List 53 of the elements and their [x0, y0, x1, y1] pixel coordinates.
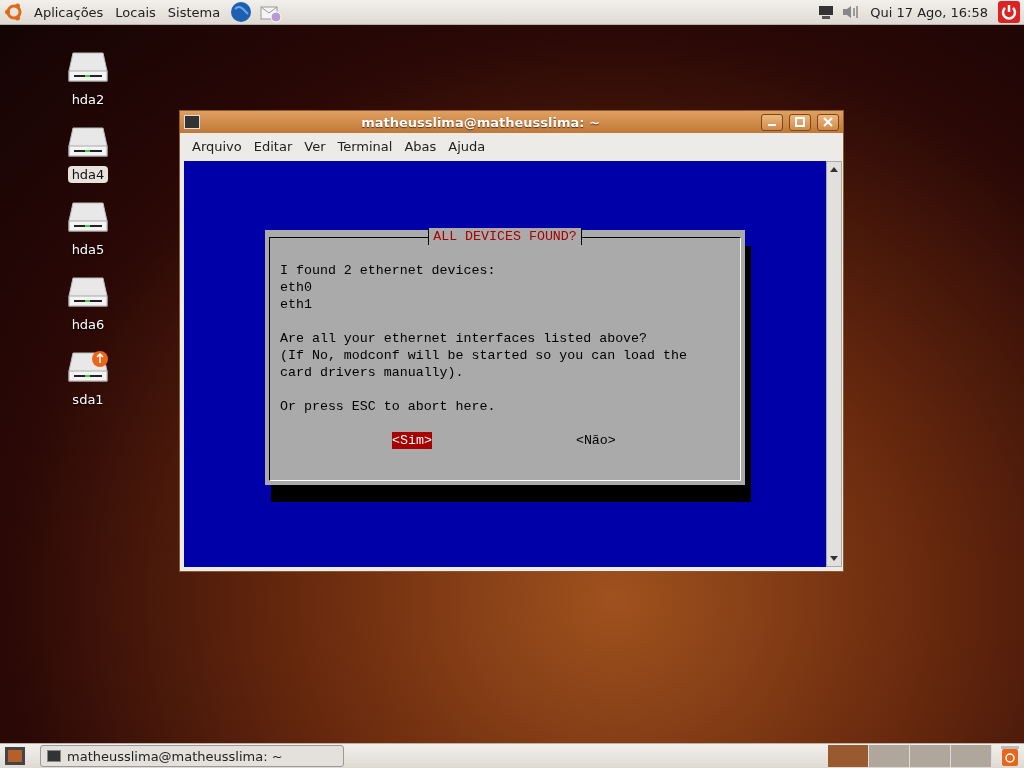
hard-drive-icon — [67, 276, 109, 310]
desktop-icon-label[interactable]: hda6 — [67, 316, 109, 333]
menu-item[interactable]: Editar — [247, 138, 299, 154]
dialog-text: I found 2 ethernet devices: — [280, 262, 497, 279]
dialog-text: Or press ESC to abort here. — [280, 398, 497, 415]
desktop-icon-label[interactable]: hda5 — [67, 241, 109, 258]
maximize-button[interactable] — [789, 113, 811, 131]
dialog-title: ALL DEVICES FOUND? — [428, 228, 582, 245]
menu-item[interactable]: Arquivo — [186, 138, 248, 154]
power-icon[interactable] — [998, 1, 1020, 23]
volume-icon[interactable] — [842, 4, 861, 20]
window-title: matheusslima@matheusslima: ~ — [360, 114, 601, 130]
scroll-up-icon[interactable] — [830, 167, 838, 172]
usb-drive-icon — [67, 351, 109, 385]
close-button[interactable] — [817, 113, 839, 131]
desktop-icon-label[interactable]: hda2 — [67, 91, 109, 108]
maximize-icon — [795, 117, 805, 127]
clock[interactable]: Qui 17 Ago, 16:58 — [868, 4, 990, 20]
panel-menu[interactable]: Sistema — [165, 4, 223, 20]
network-icon[interactable] — [818, 4, 835, 20]
workspace-switcher[interactable] — [869, 745, 910, 767]
menu-item[interactable]: Ver — [298, 138, 332, 154]
hard-drive-icon — [67, 51, 109, 85]
menu-item[interactable]: Abas — [398, 138, 443, 154]
menu-item[interactable]: Ajuda — [442, 138, 492, 154]
logo-icon[interactable] — [4, 2, 24, 22]
terminal-icon — [184, 115, 200, 129]
workspace-switcher[interactable] — [828, 745, 869, 767]
hard-drive-icon — [67, 201, 109, 235]
hard-drive-icon — [67, 126, 109, 160]
minimize-icon — [768, 124, 776, 126]
workspace-switcher[interactable] — [910, 745, 951, 767]
dialog-text: card drivers manually). — [280, 364, 465, 381]
workspace-switcher[interactable] — [951, 745, 992, 767]
globe-icon[interactable] — [230, 1, 253, 23]
taskbar-button[interactable]: matheusslima@matheusslima: ~ — [40, 745, 344, 767]
panel-menu[interactable]: Locais — [113, 4, 158, 20]
dialog-text: (If No, modconf will be started so you can load the — [280, 347, 688, 364]
close-icon — [823, 117, 833, 127]
trash-icon[interactable] — [1000, 745, 1020, 767]
dialog-text: eth0 — [280, 279, 313, 296]
dialog-text: Are all your ethernet interfaces listed above? — [280, 330, 649, 347]
menu-item[interactable]: Terminal — [331, 138, 399, 154]
panel-menu[interactable]: Aplicações — [32, 4, 106, 20]
minimize-button[interactable] — [761, 113, 783, 131]
terminal-icon — [47, 750, 61, 762]
show-desktop-icon[interactable] — [4, 746, 26, 766]
desktop-icon-label[interactable]: hda4 — [67, 166, 109, 183]
scroll-down-icon[interactable] — [830, 556, 838, 561]
desktop-icon-label[interactable]: sda1 — [68, 391, 108, 408]
dialog-text: eth1 — [280, 296, 313, 313]
dialog-button[interactable]: <Não> — [575, 432, 616, 449]
dialog-button[interactable]: <Sim> — [392, 432, 432, 449]
